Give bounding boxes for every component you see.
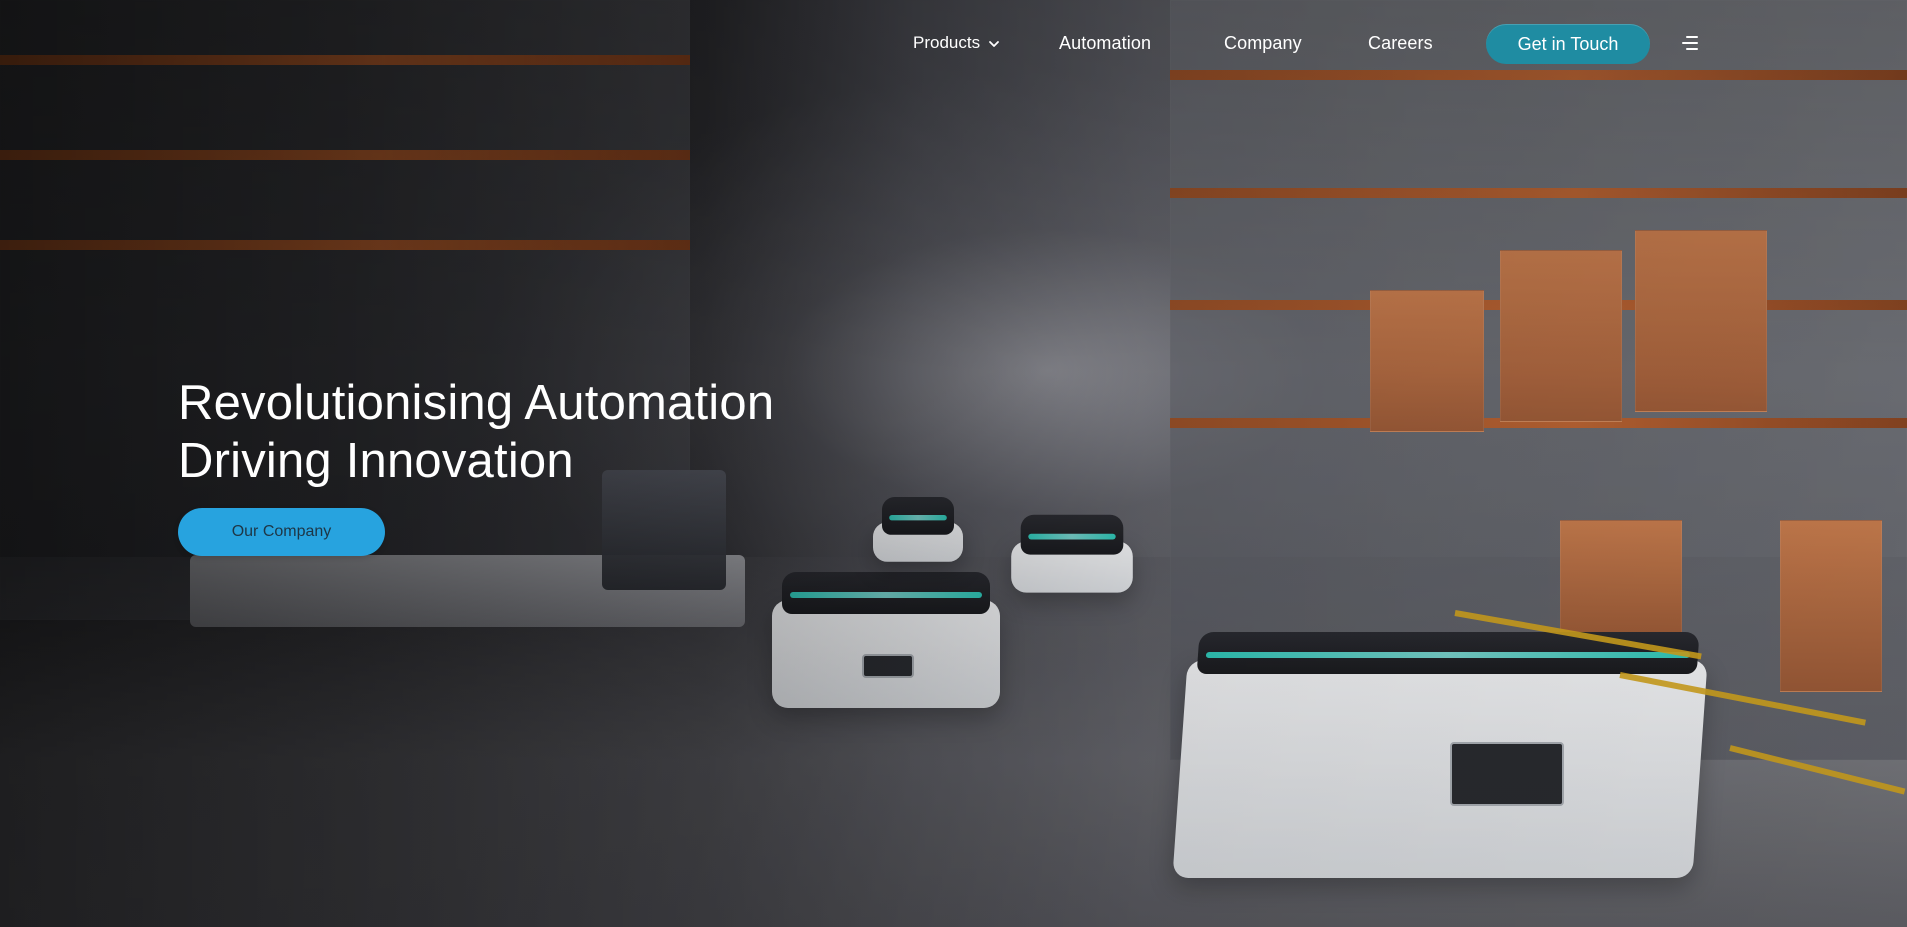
menu-icon[interactable]	[1680, 34, 1698, 52]
robot-vehicle-small-3	[873, 497, 963, 562]
robot-screen-small-1	[862, 654, 914, 678]
robot-vehicle-small-2	[1011, 514, 1133, 593]
our-company-button[interactable]: Our Company	[178, 508, 385, 556]
menu-icon-line-bottom	[1686, 48, 1698, 50]
top-navigation: Products Automation Company Careers Get …	[0, 0, 1907, 88]
hero-copy: Revolutionising Automation Driving Innov…	[178, 374, 938, 490]
chevron-down-icon	[988, 37, 1000, 49]
stacked-boxes-1	[1370, 290, 1484, 432]
hero-headline-line-1: Revolutionising Automation	[178, 376, 775, 430]
menu-icon-line-top	[1686, 36, 1698, 38]
robot-vehicle-large	[1172, 660, 1708, 878]
left-orange-beam-3	[0, 240, 690, 250]
products-menu[interactable]: Products	[913, 32, 1000, 54]
stacked-boxes-2	[1500, 250, 1622, 422]
get-in-touch-button[interactable]: Get in Touch	[1486, 24, 1650, 64]
robot-screen-large	[1450, 742, 1564, 806]
menu-icon-line-middle	[1682, 42, 1698, 44]
left-orange-beam-2	[0, 150, 690, 160]
company-link[interactable]: Company	[1224, 32, 1302, 54]
hero-headline-line-2: Driving Innovation	[178, 434, 574, 488]
automation-link[interactable]: Automation	[1059, 32, 1151, 54]
right-orange-beam-2	[1170, 188, 1907, 198]
stacked-boxes-4	[1560, 520, 1682, 642]
stacked-boxes-3	[1635, 230, 1767, 412]
stacked-boxes-5	[1780, 520, 1882, 692]
hero-section: Products Automation Company Careers Get …	[0, 0, 1907, 927]
hero-headline: Revolutionising Automation Driving Innov…	[178, 374, 938, 490]
products-label[interactable]: Products	[913, 32, 980, 54]
careers-link[interactable]: Careers	[1368, 32, 1433, 54]
